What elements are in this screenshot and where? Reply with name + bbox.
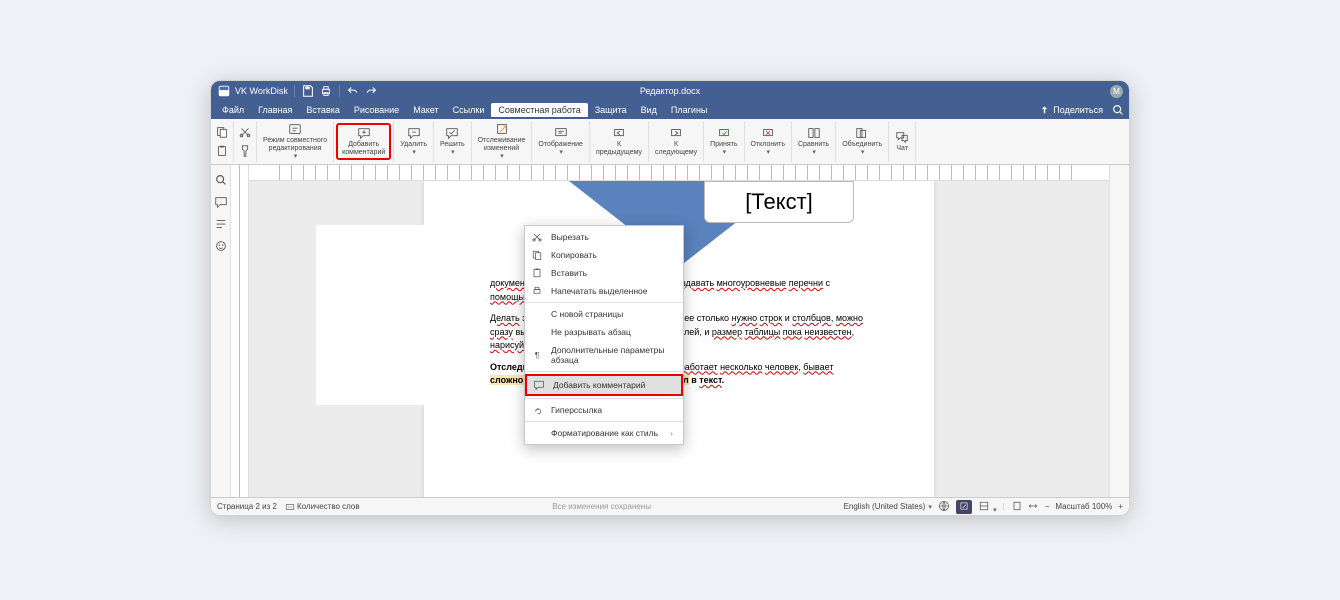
display-icon [554, 126, 568, 140]
cm-print-selection[interactable]: Напечатать выделенное [525, 282, 683, 300]
print-icon[interactable] [319, 84, 333, 98]
compare-icon [807, 126, 821, 140]
user-avatar[interactable]: M [1110, 85, 1123, 98]
language-selector[interactable]: English (United States) ▾ [844, 502, 932, 511]
headings-tool-icon[interactable] [214, 217, 228, 231]
spellcheck-icon[interactable] [938, 500, 950, 514]
compare-button[interactable]: Сравнить▾ [794, 125, 833, 157]
track-changes-button[interactable]: Отслеживание изменений▾ [474, 121, 530, 161]
feedback-tool-icon[interactable] [214, 239, 228, 253]
zoom-in-icon[interactable]: + [1118, 502, 1123, 511]
fit-page-icon[interactable] [1011, 500, 1023, 514]
cm-hyperlink[interactable]: Гиперссылка [525, 401, 683, 419]
page-indicator[interactable]: Страница 2 из 2 [217, 502, 277, 511]
menu-plugins[interactable]: Плагины [664, 103, 714, 117]
menubar: Файл Главная Вставка Рисование Макет Ссы… [211, 101, 1129, 119]
redo-icon[interactable] [364, 84, 378, 98]
copy-icon[interactable] [215, 125, 229, 139]
display-button[interactable]: Отображение▾ [534, 125, 587, 157]
search-icon[interactable] [1111, 103, 1125, 117]
cm-add-comment[interactable]: Добавить комментарий [525, 374, 683, 396]
prev-button[interactable]: К предыдущему [592, 125, 646, 157]
zoom-out-icon[interactable]: − [1045, 502, 1050, 511]
menu-draw[interactable]: Рисование [347, 103, 406, 117]
fit-width-icon[interactable] [1027, 500, 1039, 514]
remove-comment-icon [407, 126, 421, 140]
resolve-button[interactable]: Решить▾ [436, 125, 469, 157]
cm-format-style[interactable]: Форматирование как стиль› [525, 424, 683, 442]
vertical-ruler [231, 165, 249, 497]
reject-icon [761, 126, 775, 140]
track-changes-icon [495, 122, 509, 136]
statusbar: Страница 2 из 2 Количество слов Все изме… [211, 497, 1129, 515]
chat-button[interactable]: Чат [891, 129, 913, 154]
accept-icon [717, 126, 731, 140]
next-button[interactable]: К следующему [651, 125, 701, 157]
doc-text-mask [316, 225, 474, 405]
right-toolbar: T [1109, 165, 1129, 497]
cm-cut[interactable]: Вырезать [525, 228, 683, 246]
combine-icon [855, 126, 869, 140]
menu-references[interactable]: Ссылки [446, 103, 492, 117]
remove-comment-button[interactable]: Удалить▾ [396, 125, 431, 157]
print-icon [531, 285, 543, 297]
cut-icon [531, 231, 543, 243]
cm-copy[interactable]: Копировать [525, 246, 683, 264]
paste-icon [531, 267, 543, 279]
pilcrow-icon: ¶ [531, 349, 543, 361]
cm-paste[interactable]: Вставить [525, 264, 683, 282]
document-title: Редактор.docx [640, 86, 700, 96]
comments-tool-icon[interactable] [214, 195, 228, 209]
add-comment-button[interactable]: Добавить комментарий [336, 123, 391, 159]
share-button[interactable]: Поделиться [1035, 104, 1107, 117]
format-painter-icon[interactable] [238, 144, 252, 158]
undo-icon[interactable] [346, 84, 360, 98]
menu-view[interactable]: Вид [634, 103, 664, 117]
cut-icon[interactable] [238, 125, 252, 139]
edit-mode-icon [288, 122, 302, 136]
menu-file[interactable]: Файл [215, 103, 251, 117]
resolve-icon [445, 126, 459, 140]
word-count[interactable]: Количество слов [285, 502, 360, 512]
copy-icon [531, 249, 543, 261]
app-name: VK WorkDisk [235, 86, 288, 96]
combine-button[interactable]: Объединить▾ [838, 125, 886, 157]
chat-icon [895, 130, 909, 144]
context-menu: Вырезать Копировать Вставить Напечатать … [524, 225, 684, 445]
next-icon [669, 126, 683, 140]
menu-protect[interactable]: Защита [588, 103, 634, 117]
track-changes-badge[interactable] [956, 500, 972, 514]
menu-layout[interactable]: Макет [406, 103, 445, 117]
horizontal-ruler [249, 165, 1109, 181]
menu-collaboration[interactable]: Совместная работа [491, 103, 587, 117]
save-status: Все изменения сохранены [368, 502, 836, 511]
track-mode-icon[interactable]: ▾ [978, 500, 997, 514]
titlebar: VK WorkDisk Редактор.docx M [211, 81, 1129, 101]
ribbon: Режим совместного редактирования▾ Добави… [211, 119, 1129, 165]
find-tool-icon[interactable] [214, 173, 228, 187]
add-comment-icon [357, 126, 371, 140]
menu-insert[interactable]: Вставка [299, 103, 346, 117]
text-box[interactable]: [Текст] [704, 181, 854, 223]
app-logo-icon [217, 84, 231, 98]
zoom-level[interactable]: Масштаб 100% [1055, 502, 1112, 511]
paste-icon[interactable] [215, 144, 229, 158]
accept-button[interactable]: Принять▾ [706, 125, 741, 157]
share-label: Поделиться [1053, 105, 1103, 115]
link-icon [531, 404, 543, 416]
comment-icon [533, 379, 545, 391]
edit-mode-button[interactable]: Режим совместного редактирования▾ [259, 121, 331, 161]
save-icon[interactable] [301, 84, 315, 98]
cm-new-page[interactable]: С новой страницы [525, 305, 683, 323]
cm-more-paragraph[interactable]: ¶Дополнительные параметры абзаца [525, 341, 683, 369]
cm-no-break[interactable]: Не разрывать абзац [525, 323, 683, 341]
menu-home[interactable]: Главная [251, 103, 299, 117]
left-toolbar [211, 165, 231, 497]
prev-icon [612, 126, 626, 140]
reject-button[interactable]: Отклонить▾ [747, 125, 789, 157]
